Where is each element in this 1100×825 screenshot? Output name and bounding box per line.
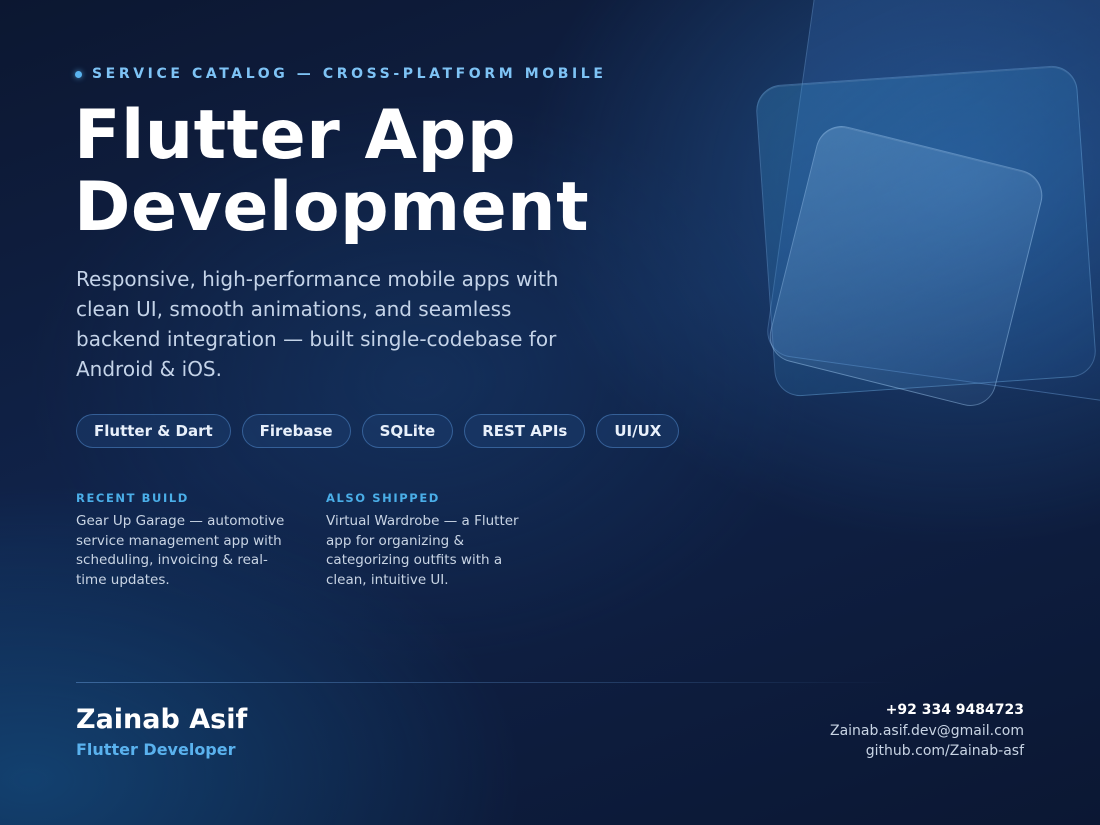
tag-ui-ux: UI/UX xyxy=(596,414,680,448)
developer-role: Flutter Developer xyxy=(76,740,236,759)
eyebrow-text: SERVICE CATALOG — CROSS-PLATFORM MOBILE xyxy=(92,66,607,82)
project-label: RECENT BUILD xyxy=(76,491,189,505)
project-label: ALSO SHIPPED xyxy=(326,491,440,505)
project-recent-build: RECENT BUILD Gear Up Garage — automotive… xyxy=(76,491,291,590)
project-description: Virtual Wardrobe — a Flutter app for org… xyxy=(326,513,519,588)
tag-firebase: Firebase xyxy=(241,414,351,448)
eyebrow: SERVICE CATALOG — CROSS-PLATFORM MOBILE xyxy=(75,66,607,82)
project-also-shipped: ALSO SHIPPED Virtual Wardrobe — a Flutte… xyxy=(326,491,541,590)
bullet-dot-icon xyxy=(75,70,82,78)
contact-info: +92 334 9484723 Zainab.asif.dev@gmail.co… xyxy=(830,700,1024,762)
tag-rest-apis: REST APIs xyxy=(464,414,586,448)
tag-flutter-dart: Flutter & Dart xyxy=(76,414,231,448)
project-description: Gear Up Garage — automotive service mana… xyxy=(76,513,285,588)
service-description: Responsive, high-performance mobile apps… xyxy=(76,267,559,381)
tech-tag-list: Flutter & Dart Firebase SQLite REST APIs… xyxy=(76,414,680,448)
page-title-line-1: Flutter App xyxy=(74,96,516,175)
developer-name: Zainab Asif xyxy=(76,704,248,735)
contact-email: Zainab.asif.dev@gmail.com xyxy=(830,722,1024,739)
contact-github: github.com/Zainab-asf xyxy=(865,743,1024,759)
page-title: Flutter App Development xyxy=(74,100,589,244)
footer-divider xyxy=(76,682,896,683)
tag-sqlite: SQLite xyxy=(361,414,454,448)
glass-tile-middle xyxy=(754,64,1098,398)
glass-tile-front xyxy=(764,120,1048,412)
page-title-line-2: Development xyxy=(74,168,590,247)
contact-phone: +92 334 9484723 xyxy=(885,702,1024,718)
glass-tile-back xyxy=(763,0,1100,407)
